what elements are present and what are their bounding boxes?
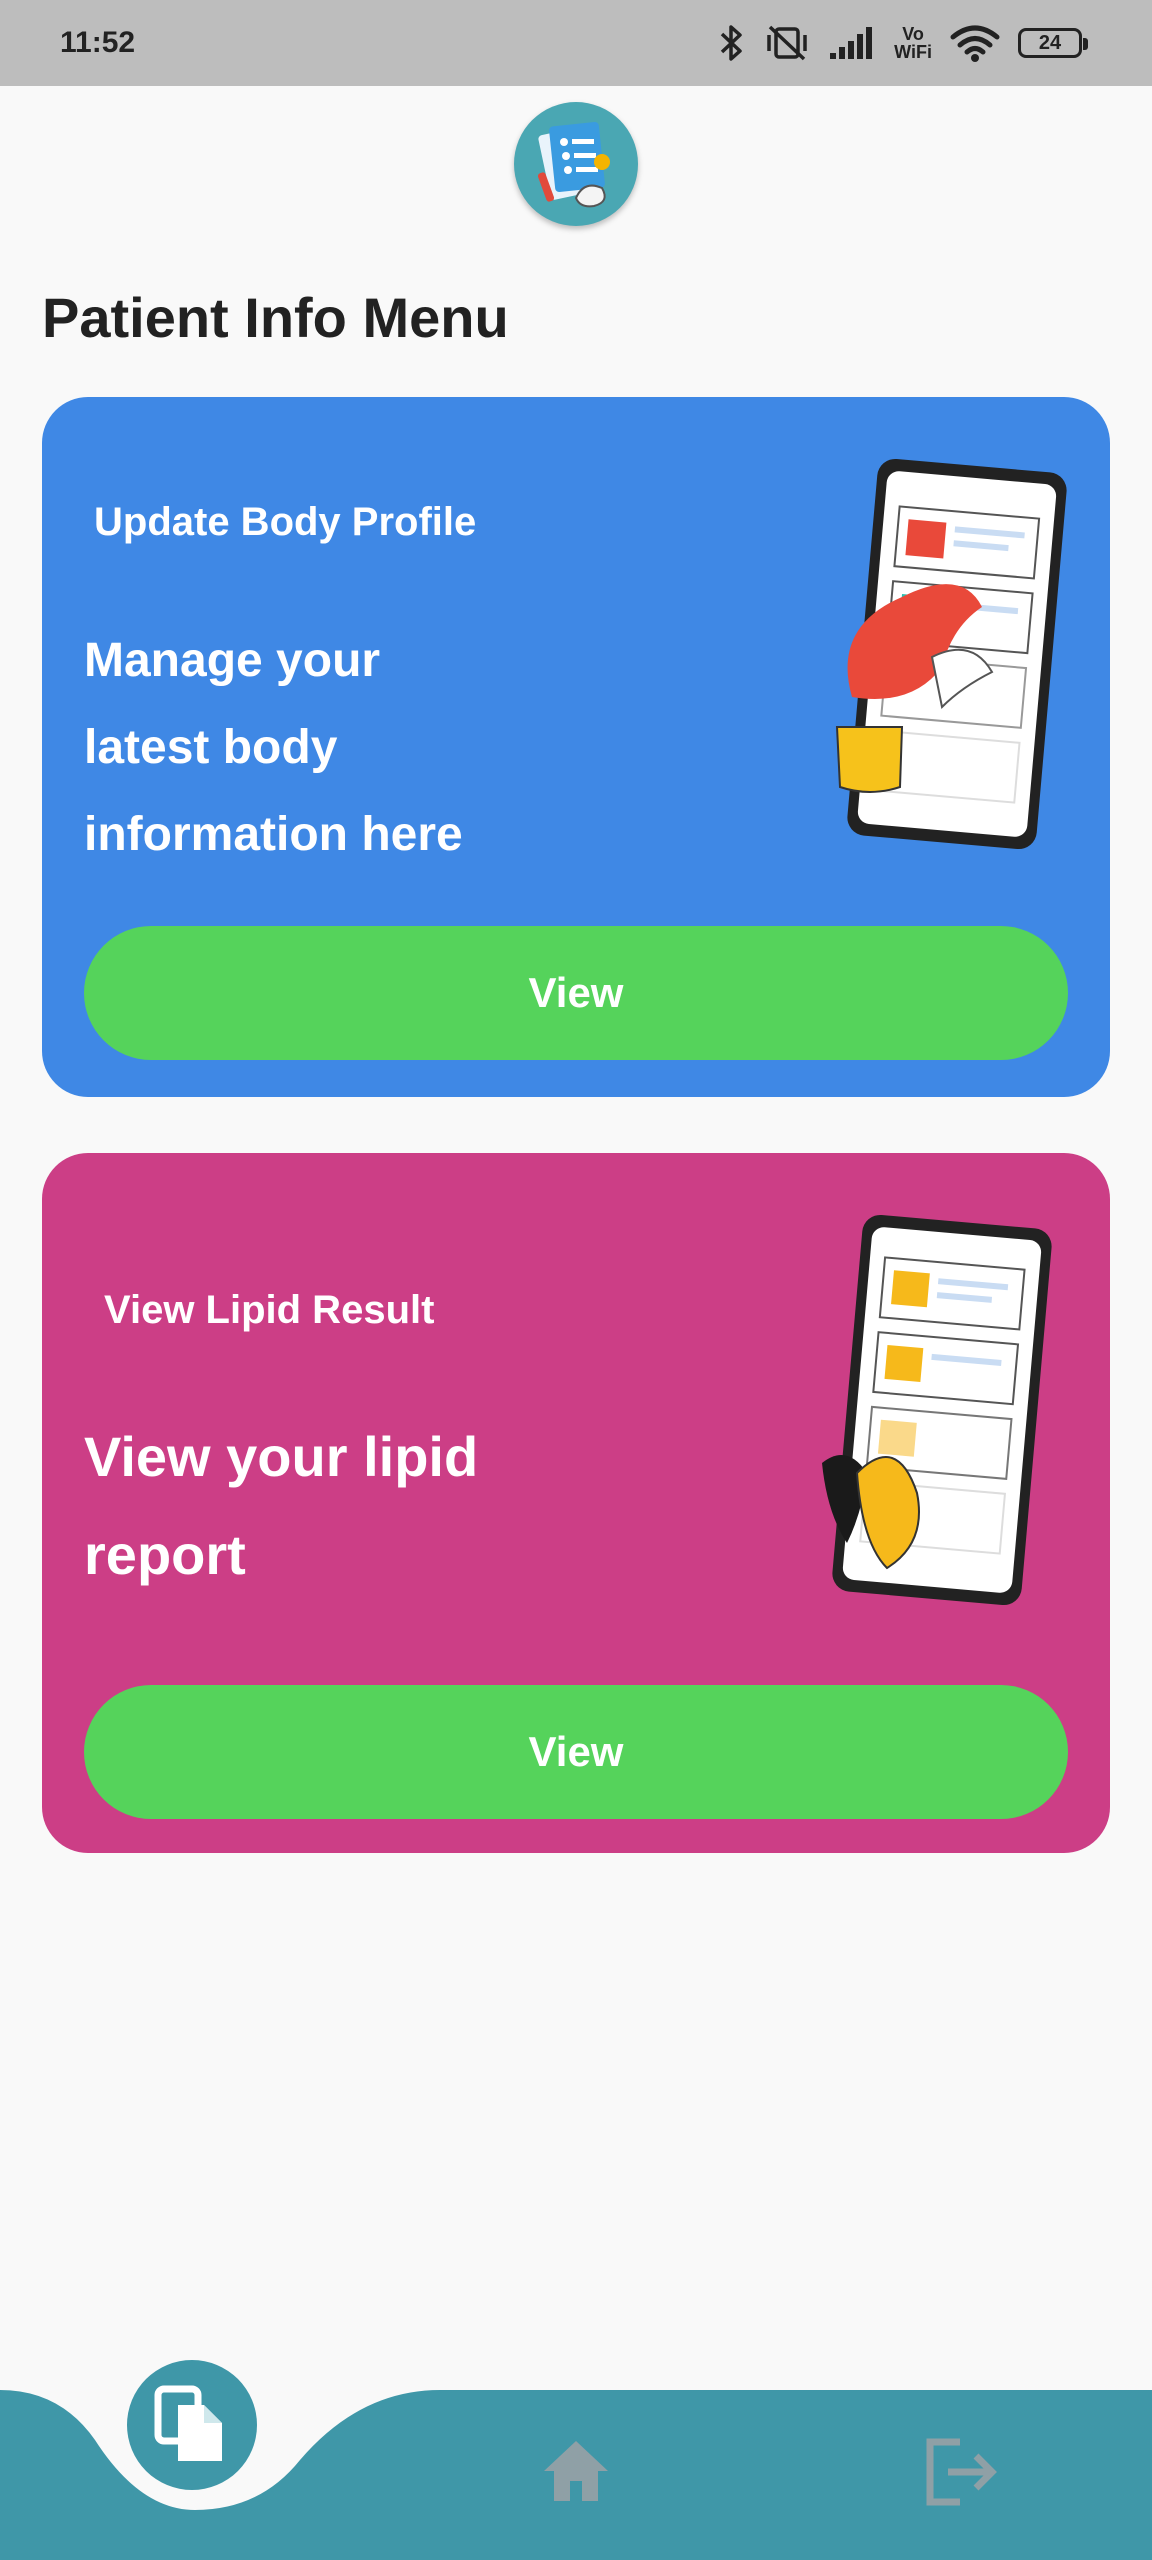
card-label: View Lipid Result [104, 1288, 435, 1332]
view-lipid-result-button[interactable]: View [84, 1685, 1068, 1819]
card-description: Manage your latest body information here [84, 634, 463, 861]
status-time: 11:52 [60, 26, 136, 59]
update-body-profile-card: Update Body Profile Manage your latest b… [42, 397, 1110, 1097]
nav-documents-button[interactable] [127, 2360, 257, 2490]
vibrate-off-icon [767, 25, 807, 61]
phone-plant-illustration [822, 1214, 1052, 1606]
status-bar: 11:52 Vo WiFi 24 [0, 0, 1152, 86]
battery-icon: 24 [1018, 28, 1088, 58]
card-description: View your lipid report [84, 1425, 479, 1586]
view-lipid-result-card: View Lipid Result View your lipid report… [42, 1153, 1110, 1853]
status-icons: Vo WiFi 24 [718, 23, 1088, 63]
home-icon[interactable] [540, 2435, 612, 2507]
app-logo [514, 102, 638, 226]
logout-icon[interactable] [920, 2432, 1000, 2512]
signal-icon [830, 27, 873, 59]
bluetooth-icon [720, 25, 742, 61]
vowifi-label: Vo WiFi [894, 24, 932, 62]
wifi-icon [950, 25, 1000, 62]
documents-icon [154, 2385, 222, 2461]
card-label: Update Body Profile [94, 500, 477, 544]
view-body-profile-button[interactable]: View [84, 926, 1068, 1060]
phone-plant-illustration [835, 458, 1067, 850]
page-title: Patient Info Menu [42, 286, 509, 349]
